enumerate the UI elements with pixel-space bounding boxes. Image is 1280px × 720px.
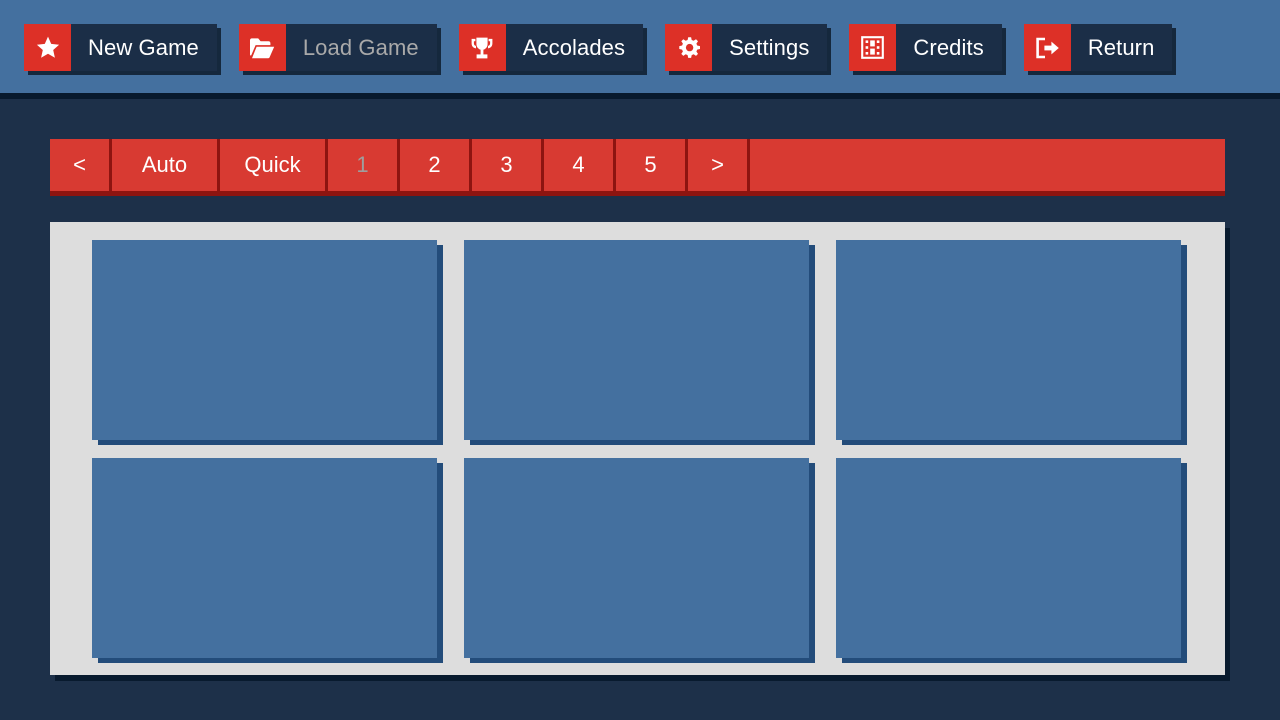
nav-button-load-game[interactable]: Load Game (238, 24, 437, 71)
page-prev-label: < (73, 152, 86, 177)
page-2-button[interactable]: 2 (400, 139, 472, 191)
save-slot-grid (92, 240, 1188, 658)
page-next-button[interactable]: > (688, 139, 750, 191)
save-slot-thumbnail (92, 240, 437, 440)
page-1-button[interactable]: 1 (328, 139, 400, 191)
save-slot-thumbnail (464, 458, 809, 658)
page-5-button[interactable]: 5 (616, 139, 688, 191)
page-next-label: > (711, 152, 724, 177)
page-4-label: 4 (572, 152, 585, 177)
save-slot-thumbnail (92, 458, 437, 658)
save-slot-thumbnail (464, 240, 809, 440)
save-slot[interactable] (464, 458, 809, 658)
nav-button-credits[interactable]: Credits (849, 24, 1002, 71)
exit-icon (1023, 24, 1071, 71)
nav-label-return: Return (1070, 24, 1173, 71)
save-slot-thumbnail (836, 458, 1181, 658)
star-icon (24, 24, 71, 71)
nav-label-load-game: Load Game (285, 24, 437, 71)
nav-label-settings: Settings (712, 24, 828, 71)
save-slot[interactable] (464, 240, 809, 440)
game-menu-screen: New Game Load Game Accolades Settings Cr… (0, 0, 1280, 720)
navbar-underline (0, 93, 1280, 99)
nav-label-new-game: New Game (71, 24, 217, 71)
navbar-items: New Game Load Game Accolades Settings Cr… (24, 24, 1173, 71)
page-quick-label: Quick (244, 152, 301, 177)
save-slot[interactable] (836, 240, 1181, 440)
save-page-selector: < Auto Quick 1 2 3 4 5 > (50, 139, 1225, 191)
save-slot-panel (50, 222, 1225, 675)
folder-open-icon (238, 24, 286, 71)
page-auto-button[interactable]: Auto (112, 139, 220, 191)
page-2-label: 2 (428, 152, 441, 177)
page-selector-filler (750, 139, 1225, 191)
nav-label-accolades: Accolades (505, 24, 644, 71)
film-icon (849, 24, 897, 71)
page-3-label: 3 (500, 152, 513, 177)
save-slot[interactable] (92, 240, 437, 440)
save-slot-thumbnail (836, 240, 1181, 440)
save-slot[interactable] (92, 458, 437, 658)
page-3-button[interactable]: 3 (472, 139, 544, 191)
nav-button-return[interactable]: Return (1023, 24, 1173, 71)
page-prev-button[interactable]: < (50, 139, 112, 191)
gear-icon (665, 24, 713, 71)
page-quick-button[interactable]: Quick (220, 139, 328, 191)
page-4-button[interactable]: 4 (544, 139, 616, 191)
trophy-icon (458, 24, 506, 71)
nav-label-credits: Credits (896, 24, 1002, 71)
save-slot[interactable] (836, 458, 1181, 658)
nav-button-new-game[interactable]: New Game (24, 24, 217, 71)
page-auto-label: Auto (141, 152, 188, 177)
nav-button-accolades[interactable]: Accolades (458, 24, 644, 71)
main-navbar: New Game Load Game Accolades Settings Cr… (0, 0, 1280, 93)
page-5-label: 5 (644, 152, 657, 177)
nav-button-settings[interactable]: Settings (665, 24, 828, 71)
page-1-label: 1 (356, 152, 369, 177)
